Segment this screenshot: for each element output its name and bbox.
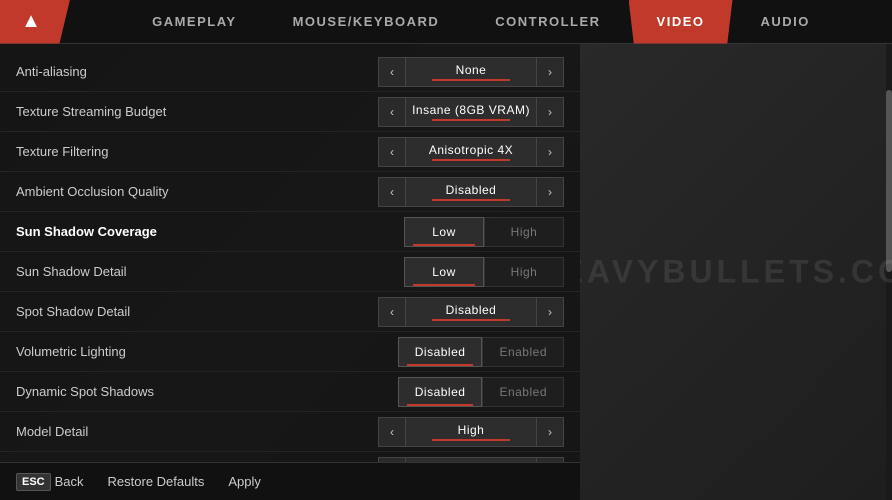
setting-label-texture-filtering: Texture Filtering [16,144,378,159]
value-box-model-detail: High [406,417,536,447]
watermark: HEAVYBULLETS.COM [580,254,892,291]
arrow-control-texture-streaming-budget: ‹ Insane (8GB VRAM) › [378,97,564,127]
toggle-group-sun-shadow-coverage: LowHigh [404,217,564,247]
apply-button[interactable]: Apply [228,474,261,489]
toggle-btn-dynamic-spot-shadows-enabled[interactable]: Enabled [482,377,564,407]
setting-label-ambient-occlusion-quality: Ambient Occlusion Quality [16,184,378,199]
value-underline-model-detail [432,439,510,441]
logo-area: ▲ [0,0,70,44]
apex-logo: ▲ [21,10,41,33]
value-box-anti-aliasing: None [406,57,536,87]
setting-label-spot-shadow-detail: Spot Shadow Detail [16,304,378,319]
setting-row-model-detail: Model Detail‹ High › [0,412,580,452]
top-nav: ▲ GAMEPLAYMOUSE/KEYBOARDCONTROLLERVIDEOA… [0,0,892,44]
value-box-texture-streaming-budget: Insane (8GB VRAM) [406,97,536,127]
arrow-left-ambient-occlusion-quality[interactable]: ‹ [378,177,406,207]
restore-defaults-button[interactable]: Restore Defaults [108,474,205,489]
arrow-control-spot-shadow-detail: ‹ Disabled › [378,297,564,327]
toggle-btn-volumetric-lighting-disabled[interactable]: Disabled [398,337,483,367]
toggle-group-dynamic-spot-shadows: DisabledEnabled [398,377,564,407]
toggle-btn-sun-shadow-coverage-low[interactable]: Low [404,217,484,247]
arrow-left-model-detail[interactable]: ‹ [378,417,406,447]
arrow-right-model-detail[interactable]: › [536,417,564,447]
back-action[interactable]: ESC Back [16,473,84,491]
setting-label-volumetric-lighting: Volumetric Lighting [16,344,398,359]
setting-label-texture-streaming-budget: Texture Streaming Budget [16,104,378,119]
arrow-control-texture-filtering: ‹ Anisotropic 4X › [378,137,564,167]
value-text-spot-shadow-detail: Disabled [446,303,497,317]
setting-row-sun-shadow-coverage: Sun Shadow CoverageLowHigh [0,212,580,252]
arrow-right-ambient-occlusion-quality[interactable]: › [536,177,564,207]
arrow-right-texture-filtering[interactable]: › [536,137,564,167]
setting-row-texture-streaming-budget: Texture Streaming Budget‹ Insane (8GB VRA… [0,92,580,132]
value-text-texture-streaming-budget: Insane (8GB VRAM) [412,103,530,117]
setting-row-volumetric-lighting: Volumetric LightingDisabledEnabled [0,332,580,372]
setting-label-anti-aliasing: Anti-aliasing [16,64,378,79]
value-box-texture-filtering: Anisotropic 4X [406,137,536,167]
value-box-spot-shadow-detail: Disabled [406,297,536,327]
arrow-right-spot-shadow-detail[interactable]: › [536,297,564,327]
value-text-ambient-occlusion-quality: Disabled [446,183,497,197]
nav-tab-mouse-keyboard[interactable]: MOUSE/KEYBOARD [265,0,468,44]
value-box-ambient-occlusion-quality: Disabled [406,177,536,207]
arrow-right-texture-streaming-budget[interactable]: › [536,97,564,127]
bottom-bar: ESC Back Restore Defaults Apply [0,462,580,500]
toggle-btn-dynamic-spot-shadows-disabled[interactable]: Disabled [398,377,483,407]
value-underline-anti-aliasing [432,79,510,81]
main-content: Anti-aliasing‹None›Texture Streaming Bud… [0,44,892,500]
nav-tab-gameplay[interactable]: GAMEPLAY [124,0,264,44]
toggle-btn-sun-shadow-coverage-high[interactable]: High [484,217,564,247]
nav-tab-video[interactable]: VIDEO [629,0,733,44]
arrow-control-model-detail: ‹ High › [378,417,564,447]
setting-row-ambient-occlusion-quality: Ambient Occlusion Quality‹ Disabled › [0,172,580,212]
toggle-group-sun-shadow-detail: LowHigh [404,257,564,287]
nav-tabs: GAMEPLAYMOUSE/KEYBOARDCONTROLLERVIDEOAUD… [70,0,892,44]
setting-label-dynamic-spot-shadows: Dynamic Spot Shadows [16,384,398,399]
settings-panel[interactable]: Anti-aliasing‹None›Texture Streaming Bud… [0,44,580,500]
value-text-model-detail: High [458,423,485,437]
value-text-anti-aliasing: None [456,63,487,77]
value-text-texture-filtering: Anisotropic 4X [429,143,513,157]
nav-tab-audio[interactable]: AUDIO [733,0,838,44]
back-label: Back [55,474,84,489]
esc-key: ESC [16,473,51,491]
arrow-left-spot-shadow-detail[interactable]: ‹ [378,297,406,327]
toggle-btn-sun-shadow-detail-high[interactable]: High [484,257,564,287]
toggle-btn-volumetric-lighting-enabled[interactable]: Enabled [482,337,564,367]
setting-row-spot-shadow-detail: Spot Shadow Detail‹ Disabled › [0,292,580,332]
arrow-left-anti-aliasing[interactable]: ‹ [378,57,406,87]
right-panel: HEAVYBULLETS.COM [580,44,892,500]
arrow-left-texture-filtering[interactable]: ‹ [378,137,406,167]
setting-label-sun-shadow-coverage: Sun Shadow Coverage [16,224,404,239]
value-underline-texture-streaming-budget [432,119,510,121]
arrow-right-anti-aliasing[interactable]: › [536,57,564,87]
setting-label-sun-shadow-detail: Sun Shadow Detail [16,264,404,279]
value-underline-spot-shadow-detail [432,319,510,321]
value-underline-ambient-occlusion-quality [432,199,510,201]
apply-label: Apply [228,474,261,489]
toggle-btn-sun-shadow-detail-low[interactable]: Low [404,257,484,287]
arrow-control-ambient-occlusion-quality: ‹ Disabled › [378,177,564,207]
toggle-group-volumetric-lighting: DisabledEnabled [398,337,564,367]
restore-label: Restore Defaults [108,474,205,489]
nav-tab-controller[interactable]: CONTROLLER [467,0,628,44]
setting-row-anti-aliasing: Anti-aliasing‹ None › [0,52,580,92]
setting-row-texture-filtering: Texture Filtering‹ Anisotropic 4X › [0,132,580,172]
arrow-control-anti-aliasing: ‹ None › [378,57,564,87]
value-underline-texture-filtering [432,159,510,161]
setting-label-model-detail: Model Detail [16,424,378,439]
setting-row-dynamic-spot-shadows: Dynamic Spot ShadowsDisabledEnabled [0,372,580,412]
arrow-left-texture-streaming-budget[interactable]: ‹ [378,97,406,127]
setting-row-sun-shadow-detail: Sun Shadow DetailLowHigh [0,252,580,292]
